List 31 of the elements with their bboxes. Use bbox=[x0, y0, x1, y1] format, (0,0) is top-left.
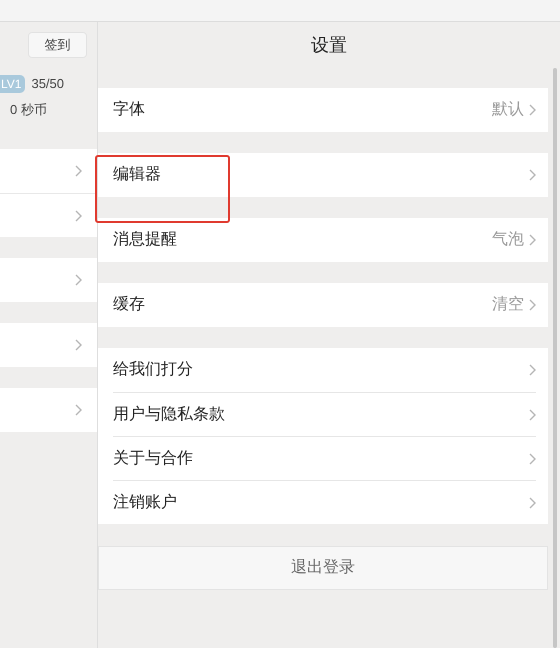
item-value: 气泡 bbox=[492, 230, 524, 250]
chevron-right-icon bbox=[529, 234, 536, 246]
item-label: 注销账户 bbox=[113, 492, 177, 512]
chevron-right-icon bbox=[529, 452, 536, 464]
chevron-right-icon bbox=[75, 210, 82, 222]
chevron-right-icon bbox=[529, 408, 536, 420]
chevron-right-icon bbox=[75, 404, 82, 416]
item-label: 字体 bbox=[113, 100, 145, 120]
item-label: 关于与合作 bbox=[113, 448, 193, 468]
item-value: 默认 bbox=[492, 100, 524, 120]
chevron-right-icon bbox=[529, 496, 536, 508]
chevron-right-icon bbox=[529, 169, 536, 181]
coins-text: 0 秒币 bbox=[10, 100, 47, 118]
page-title: 设置 bbox=[311, 34, 347, 56]
logout-button[interactable]: 退出登录 bbox=[98, 546, 548, 590]
chevron-right-icon bbox=[75, 339, 82, 351]
level-badge: LV1 bbox=[0, 74, 26, 93]
chevron-right-icon bbox=[75, 165, 82, 177]
chevron-right-icon bbox=[75, 274, 82, 286]
checkin-button[interactable]: 签到 bbox=[28, 32, 87, 58]
item-label: 编辑器 bbox=[113, 164, 161, 185]
item-label: 给我们打分 bbox=[113, 360, 193, 380]
item-label: 消息提醒 bbox=[113, 230, 177, 250]
item-label: 用户与隐私条款 bbox=[113, 404, 225, 424]
item-label: 缓存 bbox=[113, 294, 145, 315]
progress-text: 35/50 bbox=[31, 75, 64, 93]
chevron-right-icon bbox=[529, 364, 536, 376]
chevron-right-icon bbox=[529, 299, 536, 311]
item-value: 清空 bbox=[492, 294, 524, 315]
chevron-right-icon bbox=[529, 104, 536, 116]
scrollbar[interactable] bbox=[553, 68, 557, 648]
